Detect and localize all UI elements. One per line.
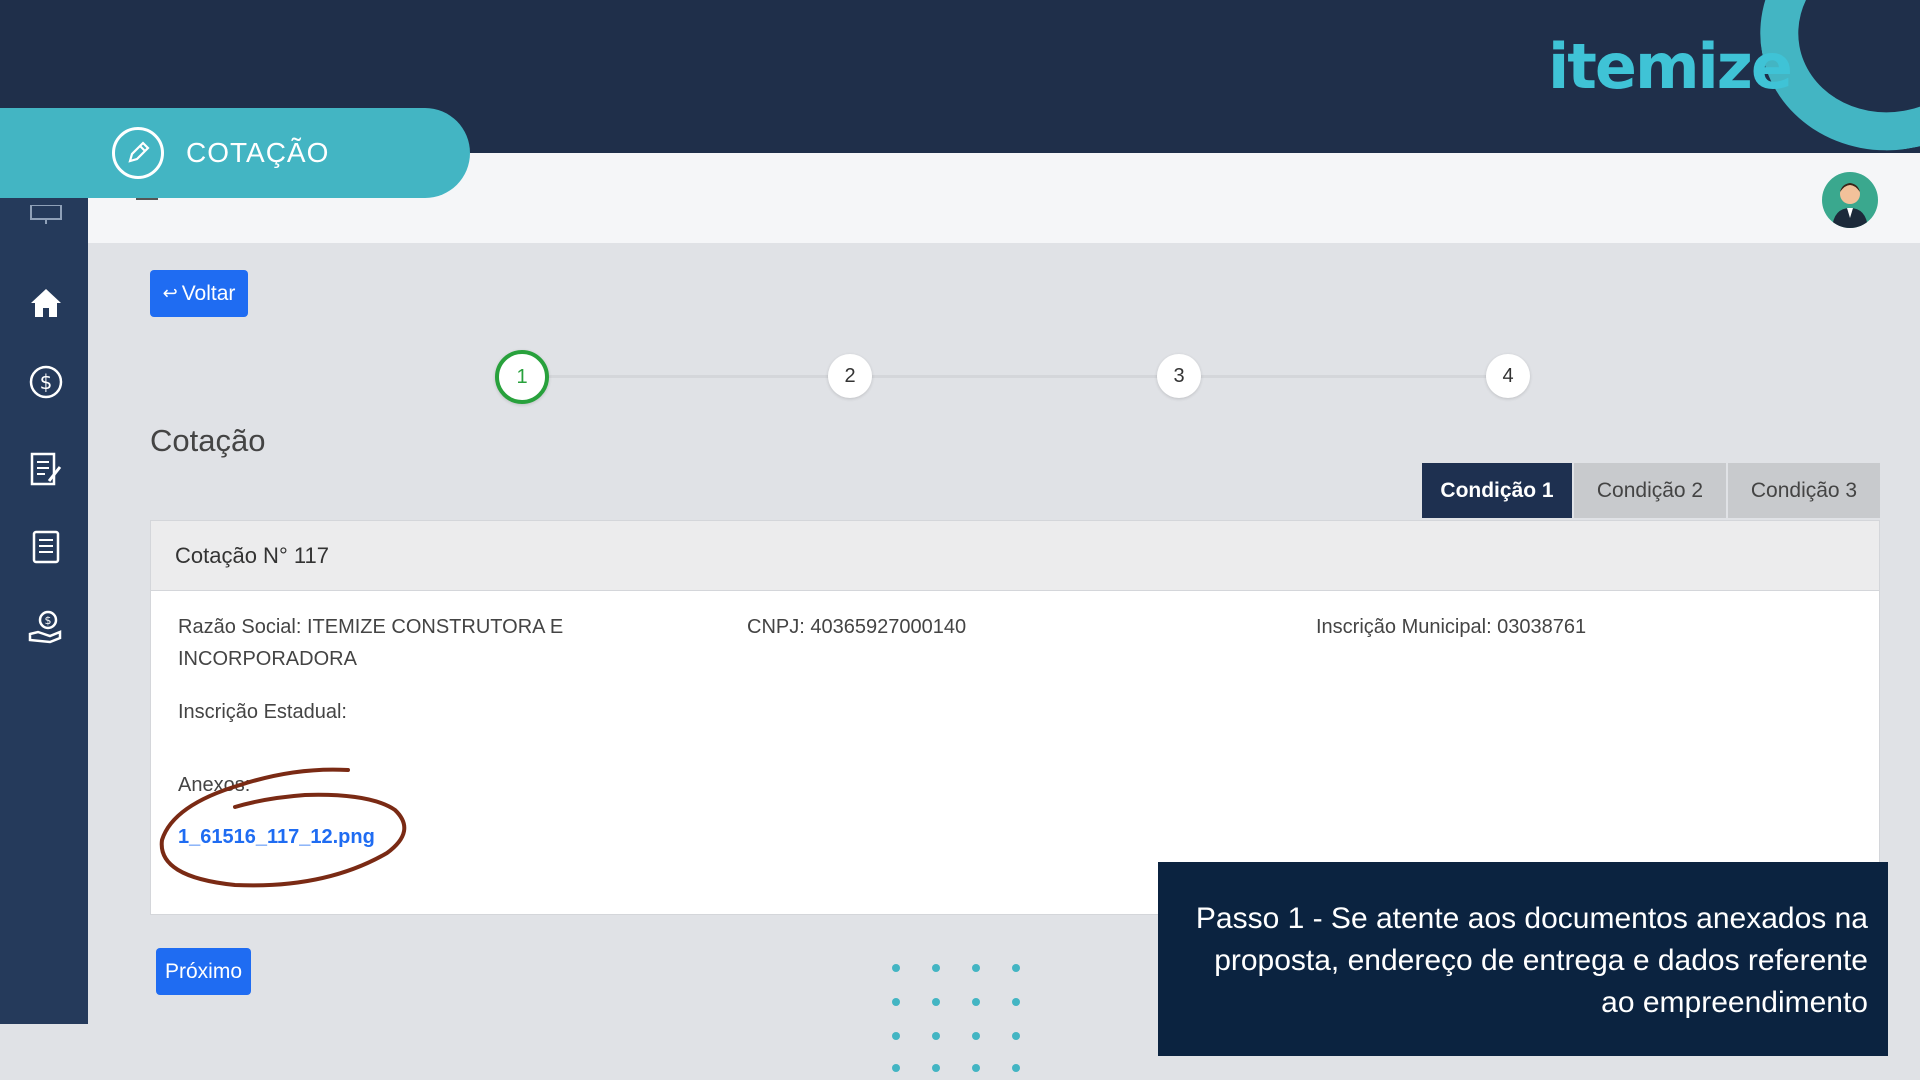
stepper-track: [522, 375, 1507, 378]
pencil-icon: [112, 127, 164, 179]
step-caption: Passo 1 - Se atente aos documentos anexa…: [1158, 862, 1888, 1056]
tab-condicao-3[interactable]: Condição 3: [1728, 463, 1880, 518]
monitor-chart-icon[interactable]: [24, 193, 68, 237]
page-title: Cotação: [150, 423, 266, 458]
inscricao-municipal: Inscrição Municipal: 03038761: [1316, 616, 1587, 638]
document-list-icon[interactable]: [24, 525, 68, 569]
step-3[interactable]: 3: [1157, 354, 1201, 398]
tab-condicao-1[interactable]: Condição 1: [1422, 463, 1572, 518]
document-edit-icon[interactable]: [24, 447, 68, 491]
svg-text:$: $: [40, 370, 53, 394]
step-2[interactable]: 2: [828, 354, 872, 398]
back-button[interactable]: ↩ Voltar: [150, 270, 248, 317]
tab-condicao-2[interactable]: Condição 2: [1574, 463, 1726, 518]
step-1[interactable]: 1: [495, 350, 549, 404]
back-button-label: Voltar: [181, 281, 236, 305]
svg-text:$: $: [45, 614, 52, 627]
avatar[interactable]: [1822, 172, 1878, 228]
gear-money-icon[interactable]: $: [24, 604, 68, 648]
reply-icon: ↩: [162, 283, 178, 303]
itemize-logo: itemize: [1548, 30, 1793, 103]
razao-social: Razão Social: ITEMIZE CONSTRUTORA E INCO…: [178, 616, 564, 670]
next-button[interactable]: Próximo: [156, 948, 251, 995]
cnpj: CNPJ: 40365927000140: [747, 616, 967, 638]
home-icon[interactable]: [24, 281, 68, 325]
quote-number: Cotação N° 117: [151, 521, 1879, 591]
section-title: COTAÇÃO: [186, 137, 330, 168]
highlight-circle: [159, 767, 407, 888]
section-banner: COTAÇÃO: [0, 108, 470, 198]
dollar-icon[interactable]: $: [24, 360, 68, 404]
step-4[interactable]: 4: [1486, 354, 1530, 398]
inscricao-estadual: Inscrição Estadual:: [178, 701, 347, 723]
sidebar: $ $: [0, 153, 88, 1024]
